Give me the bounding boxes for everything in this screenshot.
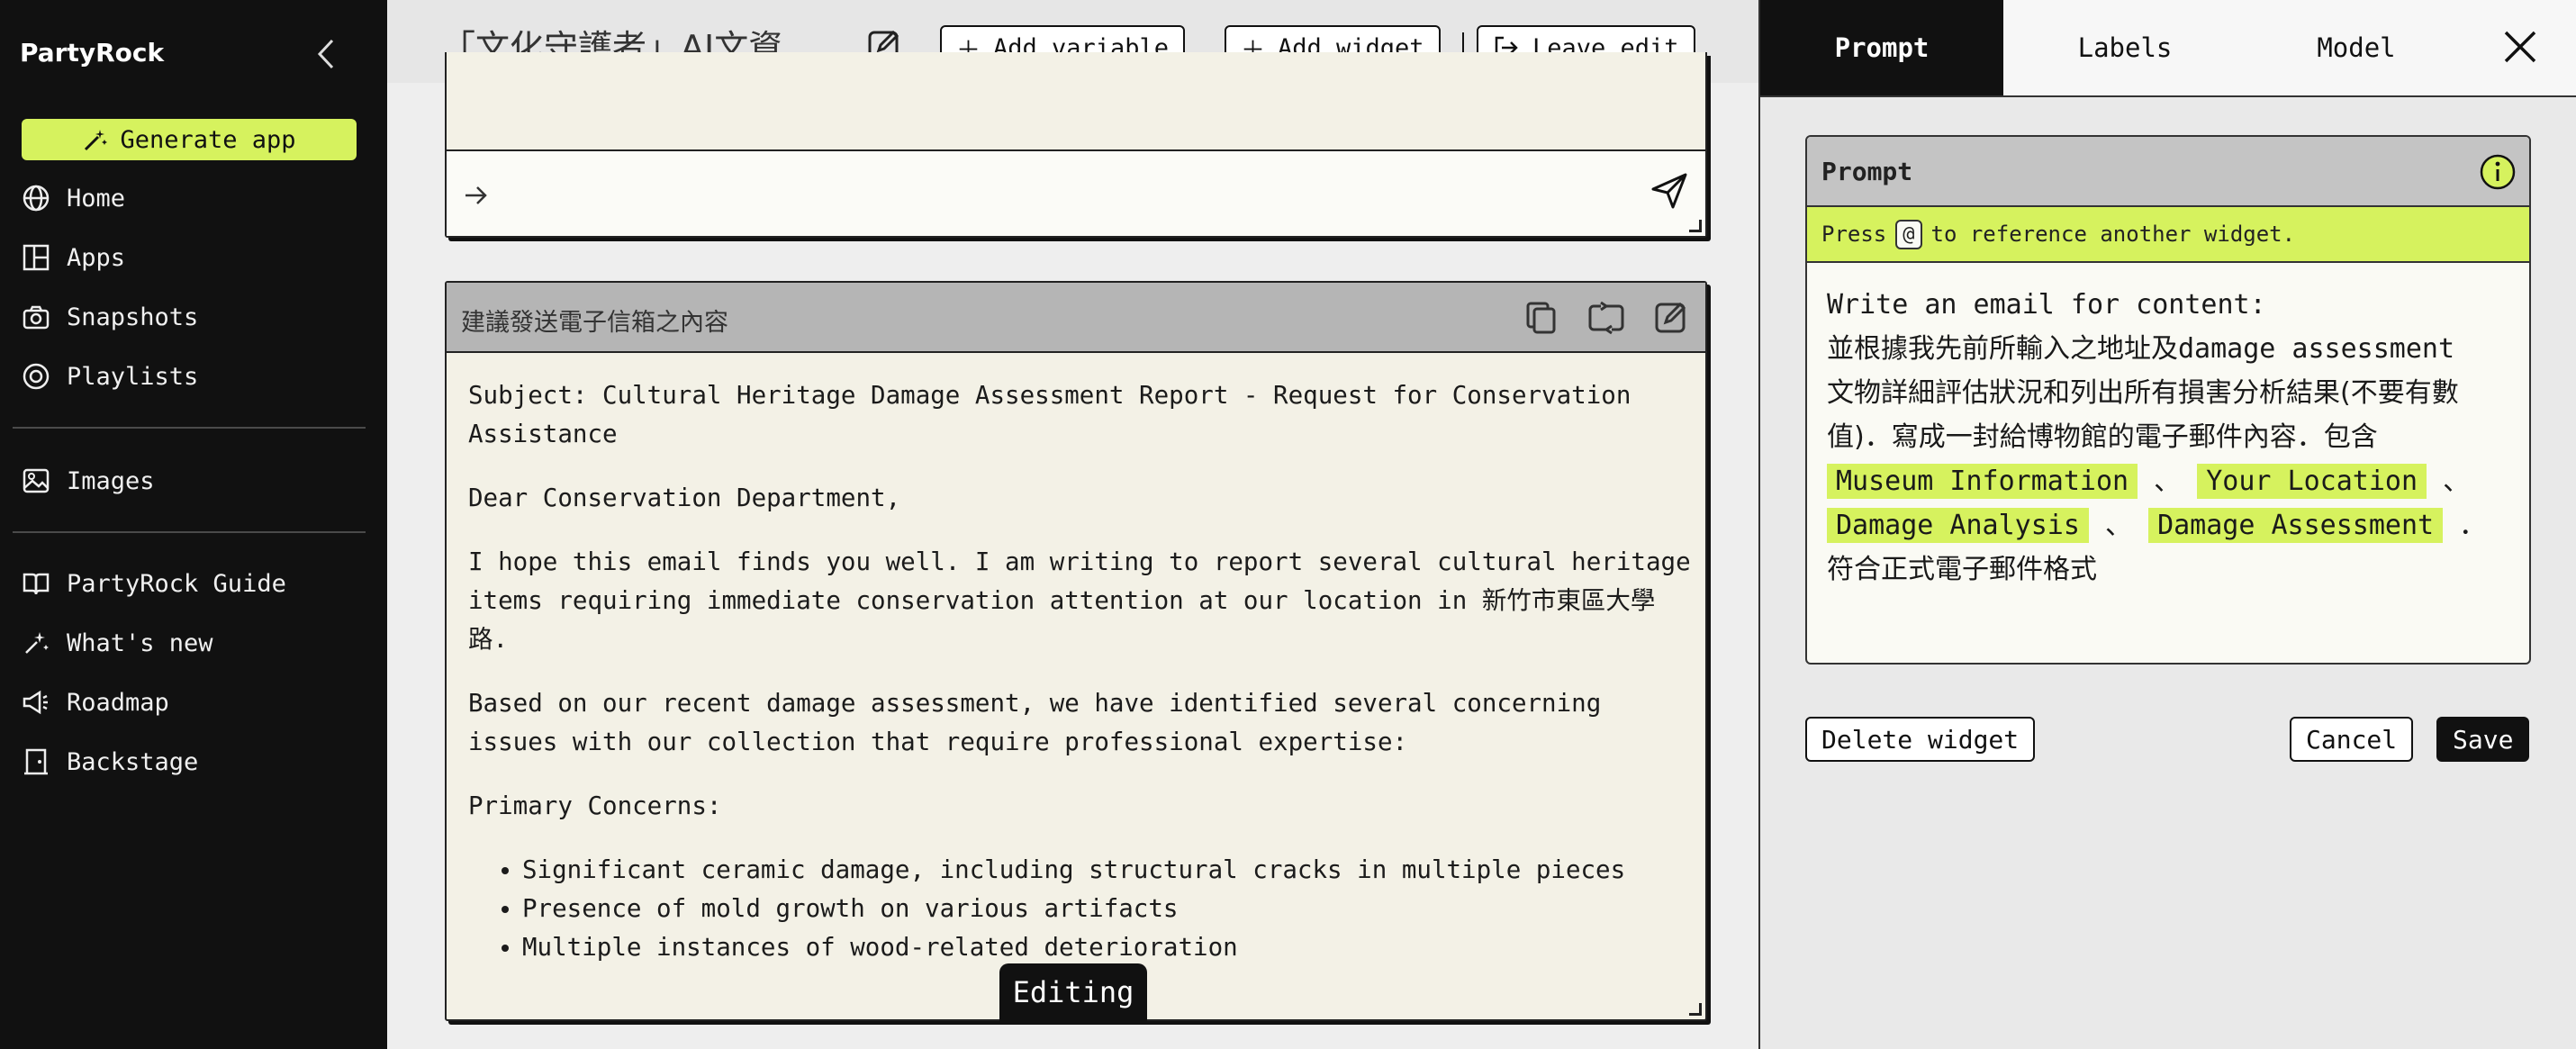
sidebar-item-label: Images [67, 466, 155, 495]
sidebar-item-label: Playlists [67, 362, 199, 391]
tab-prompt[interactable]: Prompt [1760, 0, 2003, 95]
sidebar-item-label: Roadmap [67, 688, 169, 717]
prompt-line: 並根據我先前所輸入之地址及 [1827, 333, 2178, 365]
sidebar-item-whats-new[interactable]: What's new [22, 621, 364, 665]
at-key: @ [1895, 219, 1922, 249]
email-subject: Subject: Cultural Heritage Damage Assess… [468, 381, 1631, 448]
chevron-left-icon [317, 39, 334, 69]
sidebar-item-label: Home [67, 184, 126, 213]
send-icon [1651, 173, 1687, 209]
widget-title: 建議發送電子信箱之內容 [461, 309, 728, 337]
separator: 、 [2443, 466, 2471, 497]
sidebar-item-label: Snapshots [67, 303, 199, 331]
sidebar-item-label: Apps [67, 243, 126, 272]
separator: 、 [2105, 510, 2132, 541]
save-button[interactable]: Save [2436, 717, 2530, 762]
sidebar-item-snapshots[interactable]: Snapshots [22, 295, 364, 339]
camera-icon [23, 305, 50, 330]
prompt-textarea[interactable]: Write an email for content: 並根據我先前所輸入之地址… [1827, 283, 2511, 592]
backstage-icon [24, 748, 48, 775]
megaphone-icon [23, 690, 48, 715]
widget-reference[interactable]: Museum Information [1827, 464, 2138, 499]
email-paragraph: Based on our recent damage assessment, w… [468, 689, 1602, 756]
sidebar-item-playlists[interactable]: Playlists [22, 355, 364, 398]
prompt-line: Write an email for content: [1827, 289, 2266, 321]
sidebar-item-label: PartyRock Guide [67, 569, 286, 598]
pencil-square-icon [1655, 302, 1686, 333]
tab-model[interactable]: Model [2246, 0, 2466, 95]
hint-text: Press [1821, 222, 1887, 247]
resize-handle[interactable] [1689, 220, 1702, 232]
sidebar-item-guide[interactable]: PartyRock Guide [22, 562, 364, 605]
collapse-sidebar-button[interactable] [308, 36, 344, 72]
copy-button[interactable] [1523, 299, 1559, 335]
widget-reference[interactable]: Your Location [2197, 464, 2427, 499]
prompt-line: damage assessment [2178, 333, 2455, 365]
cancel-button[interactable]: Cancel [2290, 717, 2414, 762]
playlist-icon [23, 363, 50, 390]
magic-wand-icon [85, 130, 108, 151]
sidebar-item-roadmap[interactable]: Roadmap [22, 681, 364, 724]
apps-icon [23, 244, 50, 271]
separator: 、 [2154, 466, 2182, 497]
concerns-heading: Primary Concerns: [468, 791, 722, 820]
email-paragraph: I hope this email finds you well. I am w… [468, 547, 1691, 654]
app-root: PartyRock Generate app Home Apps Snapsho… [0, 0, 2576, 1049]
generate-app-button[interactable]: Generate app [22, 119, 357, 160]
arrow-right-icon [465, 186, 487, 204]
chat-input-row[interactable] [447, 149, 1705, 236]
book-icon [23, 573, 50, 595]
sidebar-item-backstage[interactable]: Backstage [22, 740, 364, 783]
editing-badge: Editing [999, 963, 1147, 1021]
edit-widget-button[interactable] [1653, 299, 1689, 335]
sidebar-item-apps[interactable]: Apps [22, 236, 364, 279]
list-item: Multiple instances of wood-related deter… [522, 928, 1693, 967]
refresh-icon [1588, 301, 1624, 335]
generate-app-label: Generate app [120, 125, 296, 154]
widget-reference[interactable]: Damage Assessment [2148, 508, 2444, 543]
sidebar-divider [13, 427, 366, 429]
list-item: Presence of mold growth on various artif… [522, 890, 1693, 928]
prompt-title: Prompt [1821, 157, 1913, 186]
prompt-line: 文物詳細評估狀況和列出所有損害分析結果(不要有數值)．寫成一封給博物館的電子郵件… [1827, 377, 2459, 453]
hint-text: to reference another widget. [1930, 222, 2296, 247]
email-greeting: Dear Conservation Department, [468, 484, 901, 512]
widget-actions [1523, 299, 1689, 335]
regenerate-button[interactable] [1586, 299, 1626, 335]
sidebar: PartyRock Generate app Home Apps Snapsho… [0, 0, 387, 1049]
resize-handle[interactable] [1689, 1003, 1702, 1016]
tab-labels[interactable]: Labels [2003, 0, 2246, 95]
widget-header: 建議發送電子信箱之內容 [447, 283, 1705, 353]
images-icon [23, 468, 50, 493]
sidebar-item-images[interactable]: Images [22, 459, 364, 502]
close-icon [2504, 31, 2536, 63]
panel-tabs: Prompt Labels Model [1760, 0, 2576, 97]
widget-reference[interactable]: Damage Analysis [1827, 508, 2089, 543]
brand-logo[interactable]: PartyRock [20, 38, 164, 68]
sidebar-item-label: What's new [67, 628, 213, 657]
copy-icon [1526, 302, 1556, 334]
delete-widget-button[interactable]: Delete widget [1805, 717, 2036, 762]
sidebar-divider [13, 531, 366, 533]
concerns-list: Significant ceramic damage, including st… [522, 851, 1693, 967]
sidebar-item-home[interactable]: Home [22, 176, 364, 220]
prompt-hint: Press @ to reference another widget. [1807, 207, 2529, 263]
sparkle-icon [25, 632, 49, 654]
email-widget: 建議發送電子信箱之內容 Subject: Cultural Heritage D… [445, 281, 1707, 1021]
widget-settings-panel: Prompt Labels Model Prompt Press @ to re… [1758, 0, 2576, 1049]
app-canvas: 「文化守護者」AI文資... ＋ Add variable ＋ Add widg… [387, 0, 1758, 1049]
prompt-editor: Prompt Press @ to reference another widg… [1805, 135, 2531, 665]
prompt-header: Prompt [1807, 137, 2529, 207]
close-panel-button[interactable] [2500, 27, 2540, 70]
chat-widget [445, 52, 1707, 238]
email-content: Subject: Cultural Heritage Damage Assess… [468, 376, 1693, 967]
list-item: Significant ceramic damage, including st… [522, 851, 1693, 890]
sidebar-item-label: Backstage [67, 747, 199, 776]
info-icon[interactable] [2479, 153, 2517, 191]
globe-icon [23, 185, 50, 212]
